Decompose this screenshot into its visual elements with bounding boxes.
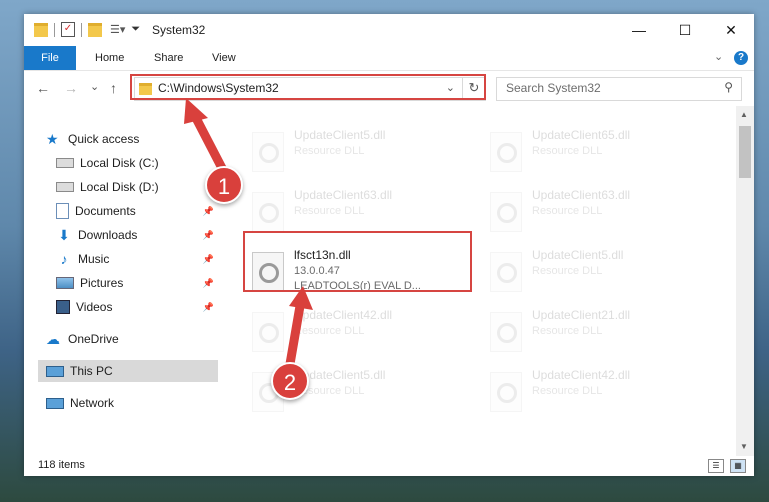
step-badge-1: 1 xyxy=(205,166,243,204)
step-badge-2: 2 xyxy=(271,362,309,400)
arrow-2 xyxy=(285,286,313,369)
annotation-arrows xyxy=(184,98,313,369)
arrow-1 xyxy=(184,98,229,177)
